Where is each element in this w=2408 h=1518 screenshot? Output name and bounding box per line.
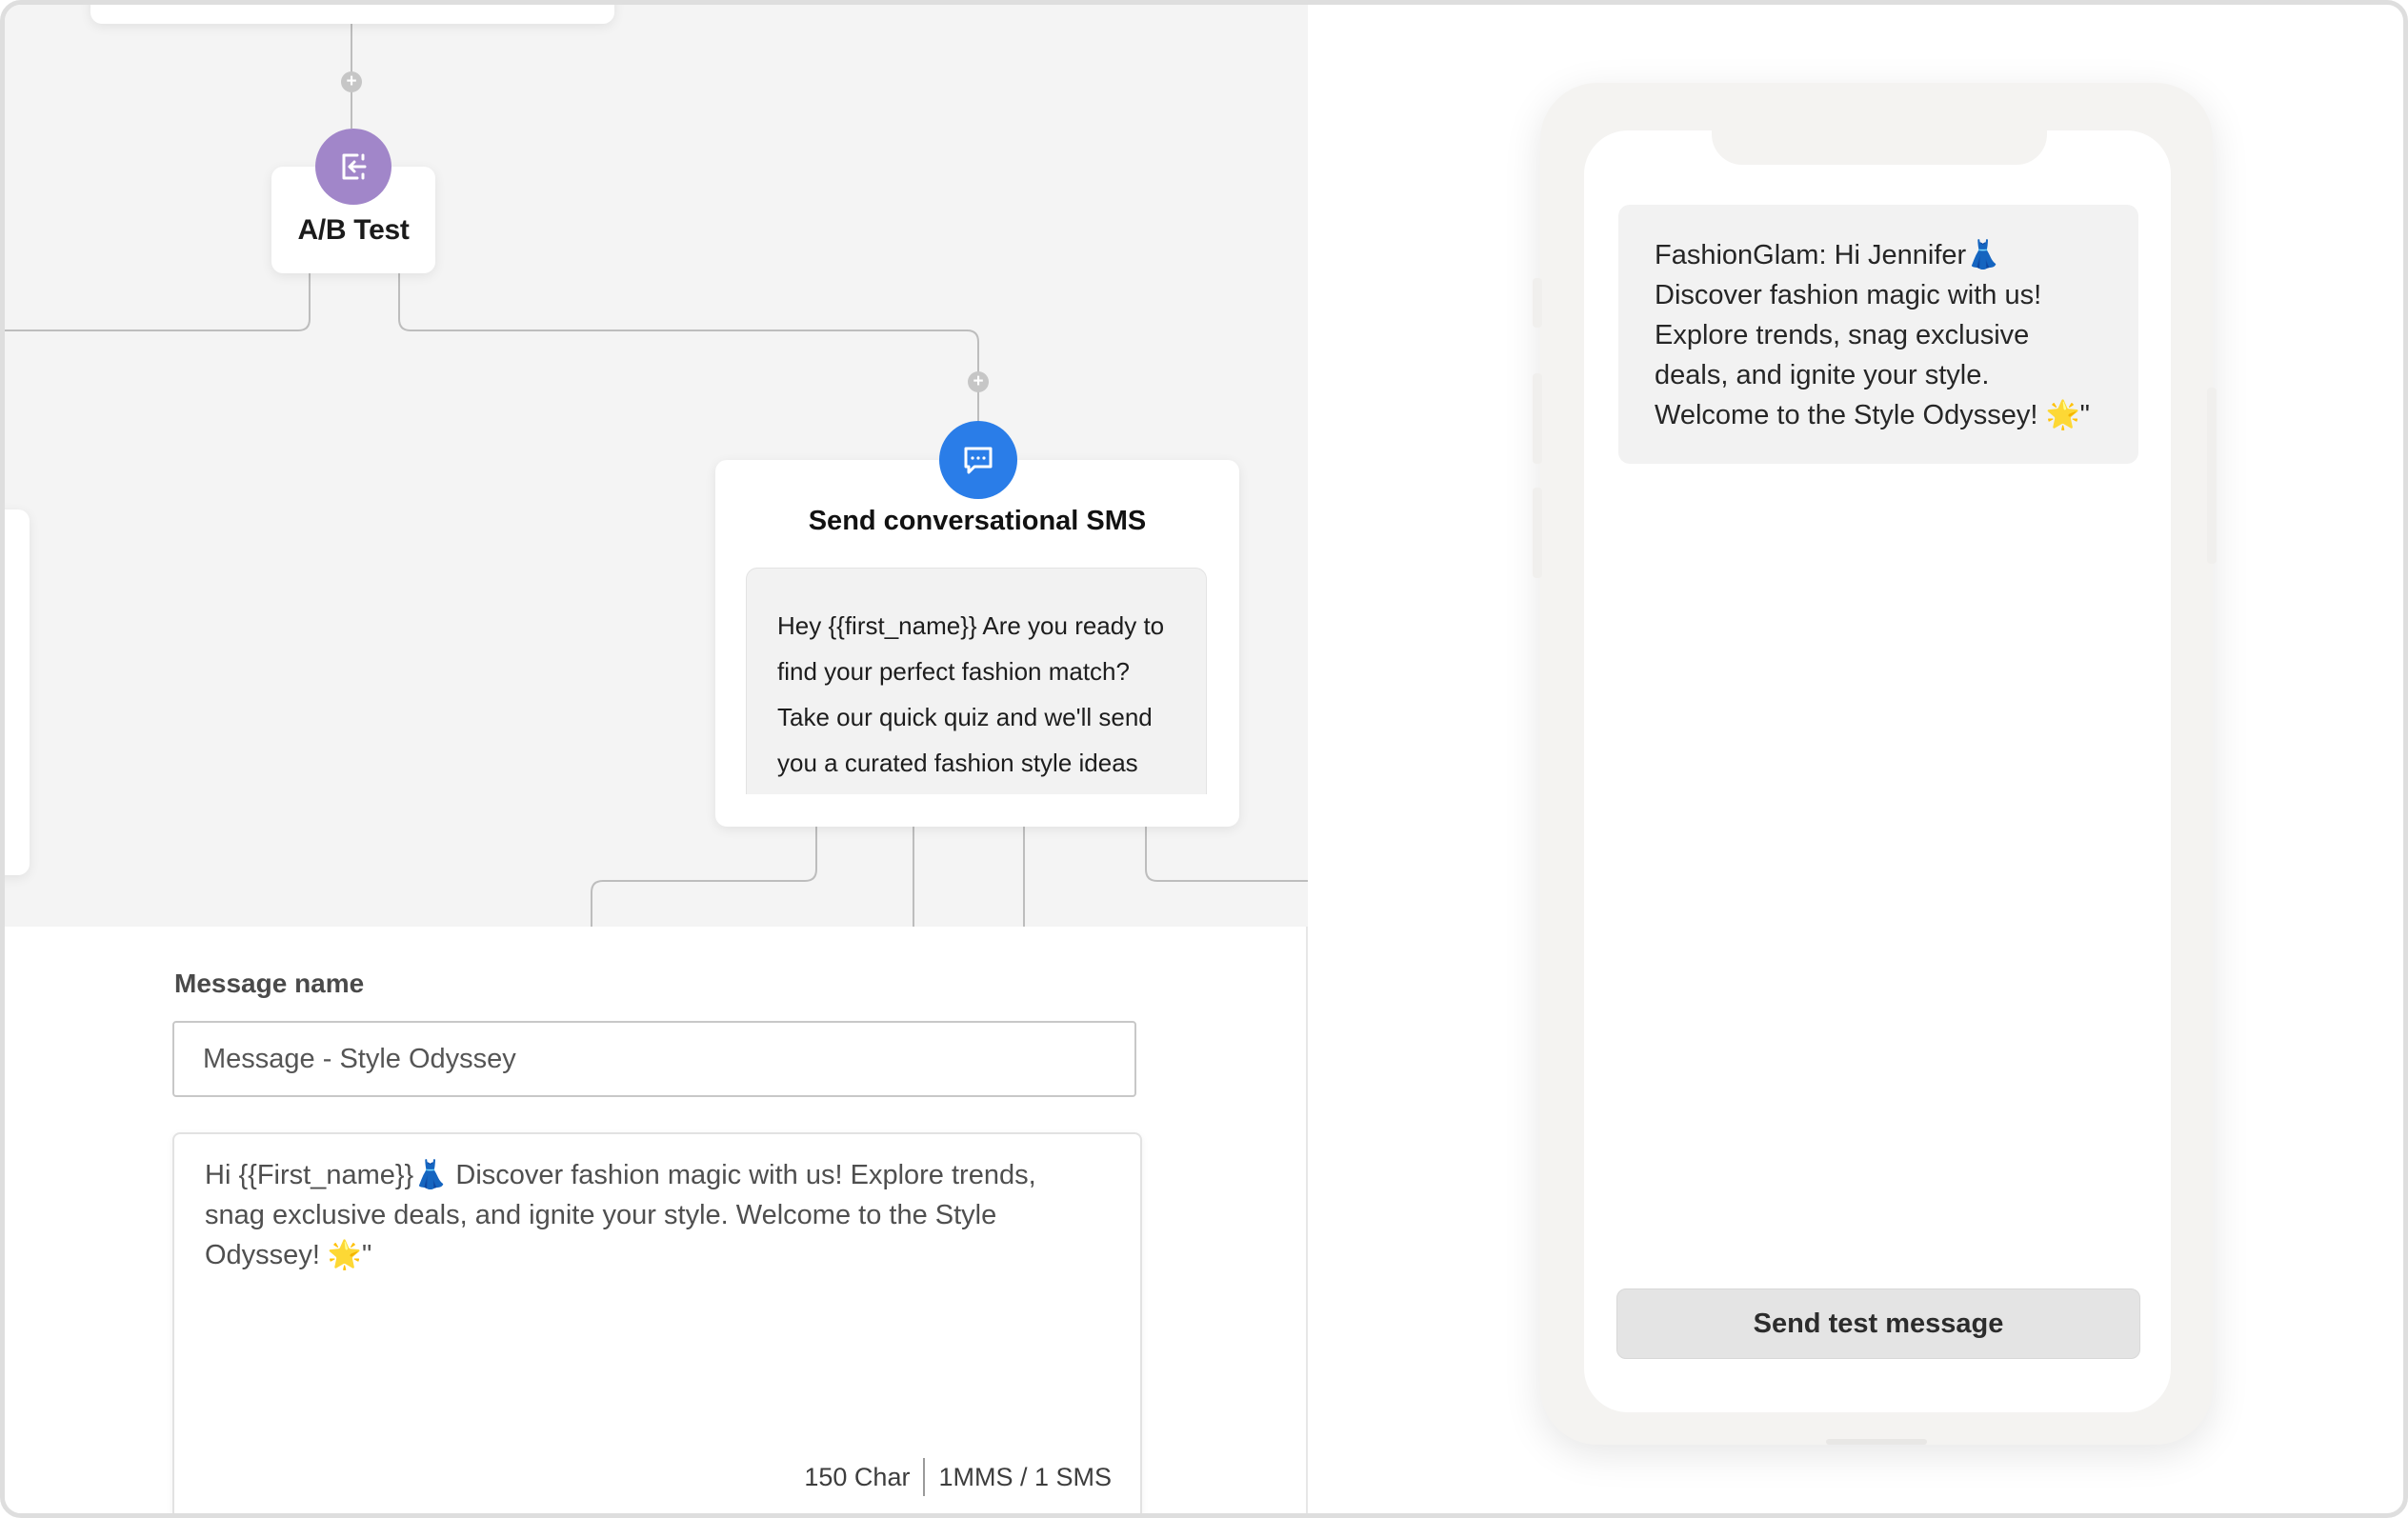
counter-divider: [923, 1458, 926, 1496]
phone-side-button: [1533, 373, 1542, 464]
message-name-input[interactable]: [172, 1021, 1136, 1097]
previous-step-card[interactable]: [90, 5, 614, 24]
ab-test-title: A/B Test: [297, 214, 410, 246]
message-body-text[interactable]: Hi {{First_name}}👗 Discover fashion magi…: [205, 1155, 1062, 1275]
side-branch-card[interactable]: [5, 509, 30, 875]
sms-message-text: FashionGlam: Hi Jennifer👗 Discover fashi…: [1655, 240, 2090, 430]
sms-message-bubble: FashionGlam: Hi Jennifer👗 Discover fashi…: [1618, 205, 2138, 464]
phone-side-button: [1533, 278, 1542, 328]
add-step-plus-icon[interactable]: +: [968, 371, 989, 392]
message-counters: 150 Char 1MMS / 1 SMS: [804, 1458, 1112, 1496]
send-sms-node[interactable]: Send conversational SMS Hey {{first_name…: [715, 460, 1239, 827]
char-count: 150 Char: [804, 1462, 911, 1491]
sms-node-title: Send conversational SMS: [808, 506, 1147, 536]
message-name-label: Message name: [174, 969, 365, 998]
phone-screen: FashionGlam: Hi Jennifer👗 Discover fashi…: [1584, 130, 2171, 1412]
exit-arrow-icon: [315, 129, 391, 205]
chat-bubble-icon: [939, 421, 1017, 499]
phone-side-button: [1533, 488, 1542, 578]
flow-canvas[interactable]: + + A/B Test Send conversational SMS Hey…: [5, 5, 1308, 927]
segment-count: 1MMS / 1 SMS: [938, 1462, 1112, 1491]
phone-home-indicator: [1826, 1439, 1927, 1445]
phone-side-button: [2207, 388, 2217, 564]
phone-notch: [1712, 130, 2047, 165]
message-body-textarea[interactable]: Hi {{First_name}}👗 Discover fashion magi…: [172, 1132, 1142, 1513]
send-test-message-button[interactable]: Send test message: [1616, 1288, 2140, 1359]
app-frame: + + A/B Test Send conversational SMS Hey…: [0, 0, 2408, 1518]
sms-preview-text: Hey {{first_name}} Are you ready to find…: [777, 611, 1165, 777]
message-editor-panel: Message name Hi {{First_name}}👗 Discover…: [5, 927, 1308, 1513]
phone-preview: FashionGlam: Hi Jennifer👗 Discover fashi…: [1533, 83, 2217, 1445]
add-step-plus-icon[interactable]: +: [341, 71, 362, 92]
sms-preview-box: Hey {{first_name}} Are you ready to find…: [746, 568, 1207, 794]
